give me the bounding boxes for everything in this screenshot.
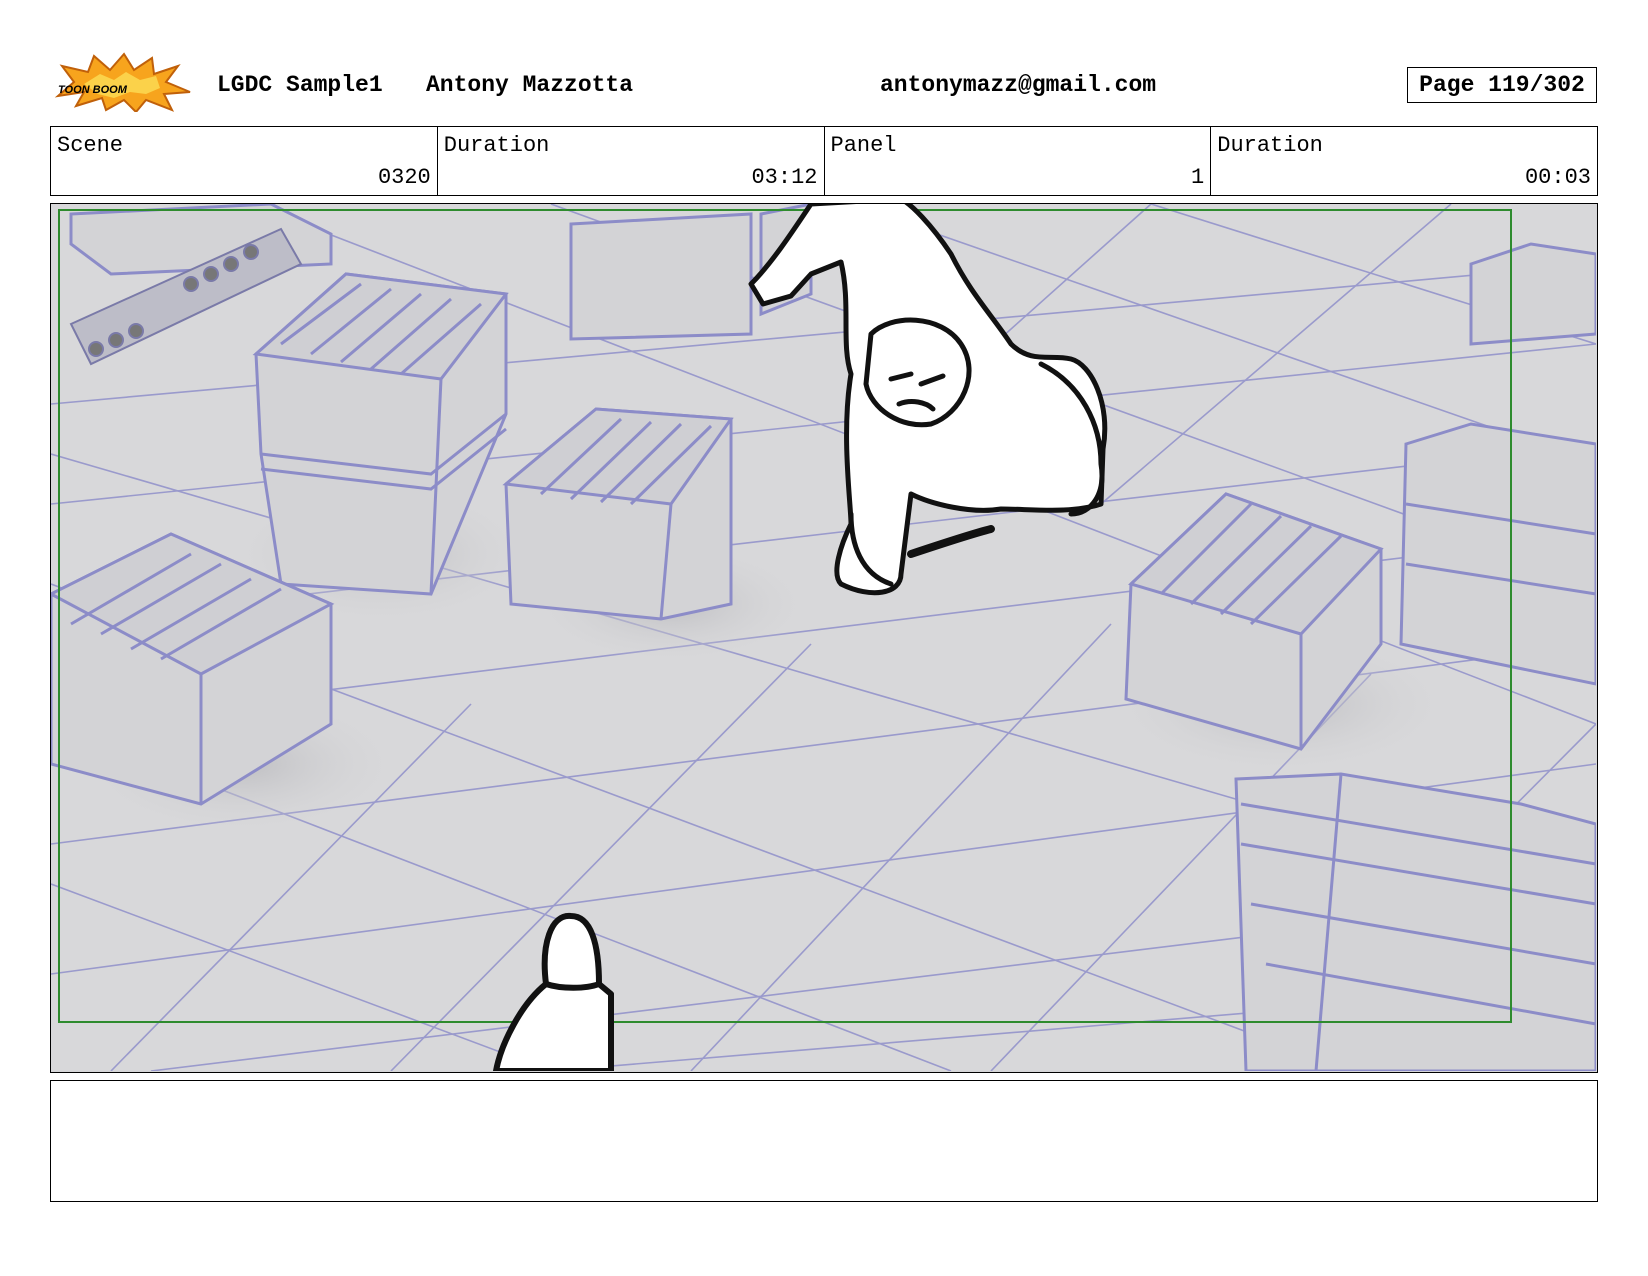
notes-text [51,1081,1597,1097]
author-email: antonymazz@gmail.com [880,72,1157,98]
project-title: LGDC Sample1 [217,72,383,98]
panel-value: 1 [1191,165,1205,190]
author-name: Antony Mazzotta [426,72,634,98]
scene-cell: Scene 0320 [51,127,438,195]
logo-wordmark: TOON BOOM [58,84,127,96]
panel-duration-value: 00:03 [1524,165,1591,190]
toonboom-logo [54,52,194,114]
panel-duration-label: Duration [1217,133,1323,158]
scene-value: 0320 [377,165,431,190]
scene-duration-label: Duration [443,133,550,158]
panel-duration-cell: Duration 00:03 [1211,127,1597,195]
panel-sketch [51,204,1596,1071]
page-indicator: Page 119/302 [1407,67,1597,103]
scene-label: Scene [57,133,124,158]
storyboard-panel [50,203,1598,1073]
scene-duration-cell: Duration 03:12 [438,127,825,195]
panel-cell: Panel 1 [825,127,1212,195]
scene-duration-value: 03:12 [751,165,818,190]
panel-label: Panel [830,133,897,158]
notes-area [50,1080,1598,1202]
info-table: Scene 0320 Duration 03:12 Panel 1 Durati… [50,126,1598,196]
